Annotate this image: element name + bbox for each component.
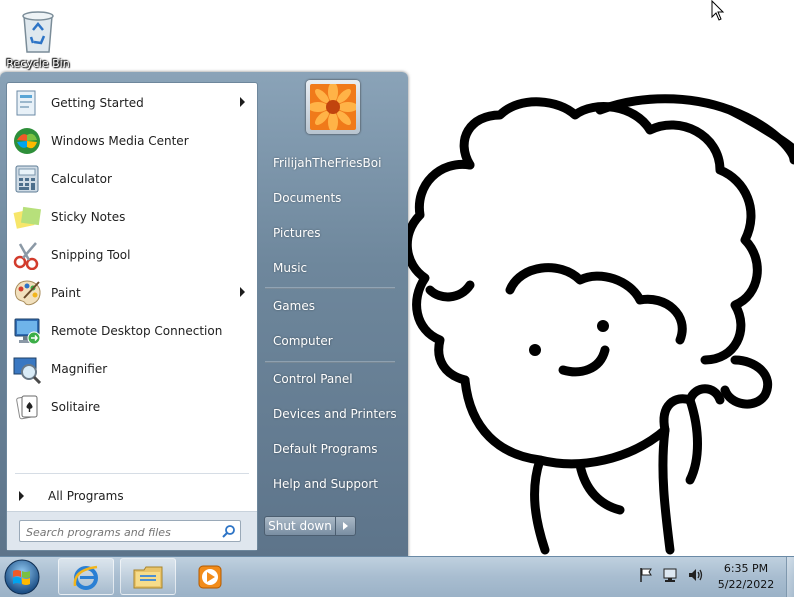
- flag-icon[interactable]: [638, 567, 654, 583]
- taskbar-internet-explorer[interactable]: [58, 558, 114, 595]
- all-programs-arrow-icon: [19, 491, 24, 501]
- recycle-bin-label: Recycle Bin: [6, 57, 70, 70]
- show-desktop-button[interactable]: [786, 557, 794, 597]
- all-programs-button[interactable]: All Programs: [9, 483, 255, 509]
- search-area: [7, 511, 257, 550]
- help-and-support-link[interactable]: Help and Support: [265, 469, 400, 499]
- taskbar-file-explorer[interactable]: [120, 558, 176, 595]
- program-sticky-notes[interactable]: Sticky Notes: [9, 199, 255, 235]
- internet-explorer-icon: [73, 565, 98, 590]
- programs-separator: [15, 473, 249, 474]
- recycle-bin-icon: [22, 11, 54, 53]
- music-link[interactable]: Music: [265, 253, 400, 283]
- program-label: Snipping Tool: [51, 248, 131, 262]
- media-center-icon: [11, 125, 43, 157]
- paint-palette-icon: [11, 277, 43, 309]
- program-label: Getting Started: [51, 96, 144, 110]
- shutdown-button[interactable]: Shut down: [264, 516, 336, 536]
- search-box[interactable]: [19, 520, 241, 542]
- program-label: Paint: [51, 286, 81, 300]
- mouse-cursor-icon: [711, 0, 725, 21]
- user-avatar[interactable]: [306, 80, 360, 134]
- right-pane-separator: [265, 287, 395, 289]
- program-label: Sticky Notes: [51, 210, 126, 224]
- recycle-bin-shortcut[interactable]: Recycle Bin: [4, 2, 72, 72]
- clock[interactable]: 6:35 PM 5/22/2022: [706, 561, 786, 593]
- pictures-link[interactable]: Pictures: [265, 218, 400, 248]
- program-label: Windows Media Center: [51, 134, 189, 148]
- program-solitaire[interactable]: Solitaire: [9, 389, 255, 425]
- program-calculator[interactable]: Calculator: [9, 161, 255, 197]
- program-remote-desktop-connection[interactable]: Remote Desktop Connection: [9, 313, 255, 349]
- start-menu: Getting Started Windows Media Center Cal…: [0, 72, 408, 558]
- calculator-icon: [11, 163, 43, 195]
- program-label: Solitaire: [51, 400, 101, 414]
- sticky-notes-icon: [11, 201, 43, 233]
- all-programs-label: All Programs: [48, 489, 124, 503]
- devices-and-printers-link[interactable]: Devices and Printers: [265, 399, 400, 429]
- computer-link[interactable]: Computer: [265, 326, 400, 356]
- flower-picture-icon: [310, 84, 356, 130]
- media-player-icon: [198, 565, 222, 588]
- file-explorer-icon: [133, 566, 163, 588]
- program-label: Remote Desktop Connection: [51, 324, 223, 338]
- clock-date: 5/22/2022: [717, 578, 775, 591]
- shutdown-options-arrow-icon[interactable]: [336, 516, 356, 536]
- program-magnifier[interactable]: Magnifier: [9, 351, 255, 387]
- taskbar: 6:35 PM 5/22/2022: [0, 556, 794, 597]
- search-icon[interactable]: [222, 524, 236, 538]
- games-link[interactable]: Games: [265, 291, 400, 321]
- taskbar-media-player[interactable]: [182, 558, 238, 595]
- magnifier-icon: [11, 353, 43, 385]
- network-icon[interactable]: [662, 567, 680, 583]
- program-label: Calculator: [51, 172, 112, 186]
- notification-area: [638, 567, 704, 583]
- control-panel-link[interactable]: Control Panel: [265, 364, 400, 394]
- remote-desktop-icon: [11, 315, 43, 347]
- documents-link[interactable]: Documents: [265, 183, 400, 213]
- user-folder-link[interactable]: FrilijahTheFriesBoi: [265, 148, 400, 178]
- volume-icon[interactable]: [688, 567, 704, 583]
- start-button[interactable]: [2, 558, 42, 596]
- program-label: Magnifier: [51, 362, 108, 376]
- search-input[interactable]: [24, 523, 218, 541]
- default-programs-link[interactable]: Default Programs: [265, 434, 400, 464]
- right-pane-separator: [265, 361, 395, 363]
- scissors-icon: [11, 239, 43, 271]
- submenu-arrow-icon[interactable]: [240, 287, 245, 297]
- start-menu-programs-pane: Getting Started Windows Media Center Cal…: [6, 82, 258, 551]
- program-windows-media-center[interactable]: Windows Media Center: [9, 123, 255, 159]
- windows-orb-icon: [4, 559, 40, 595]
- program-getting-started[interactable]: Getting Started: [9, 85, 255, 121]
- submenu-arrow-icon[interactable]: [240, 97, 245, 107]
- program-snipping-tool[interactable]: Snipping Tool: [9, 237, 255, 273]
- cards-icon: [11, 391, 43, 423]
- clock-time: 6:35 PM: [723, 562, 769, 575]
- getting-started-icon: [11, 87, 43, 119]
- program-paint[interactable]: Paint: [9, 275, 255, 311]
